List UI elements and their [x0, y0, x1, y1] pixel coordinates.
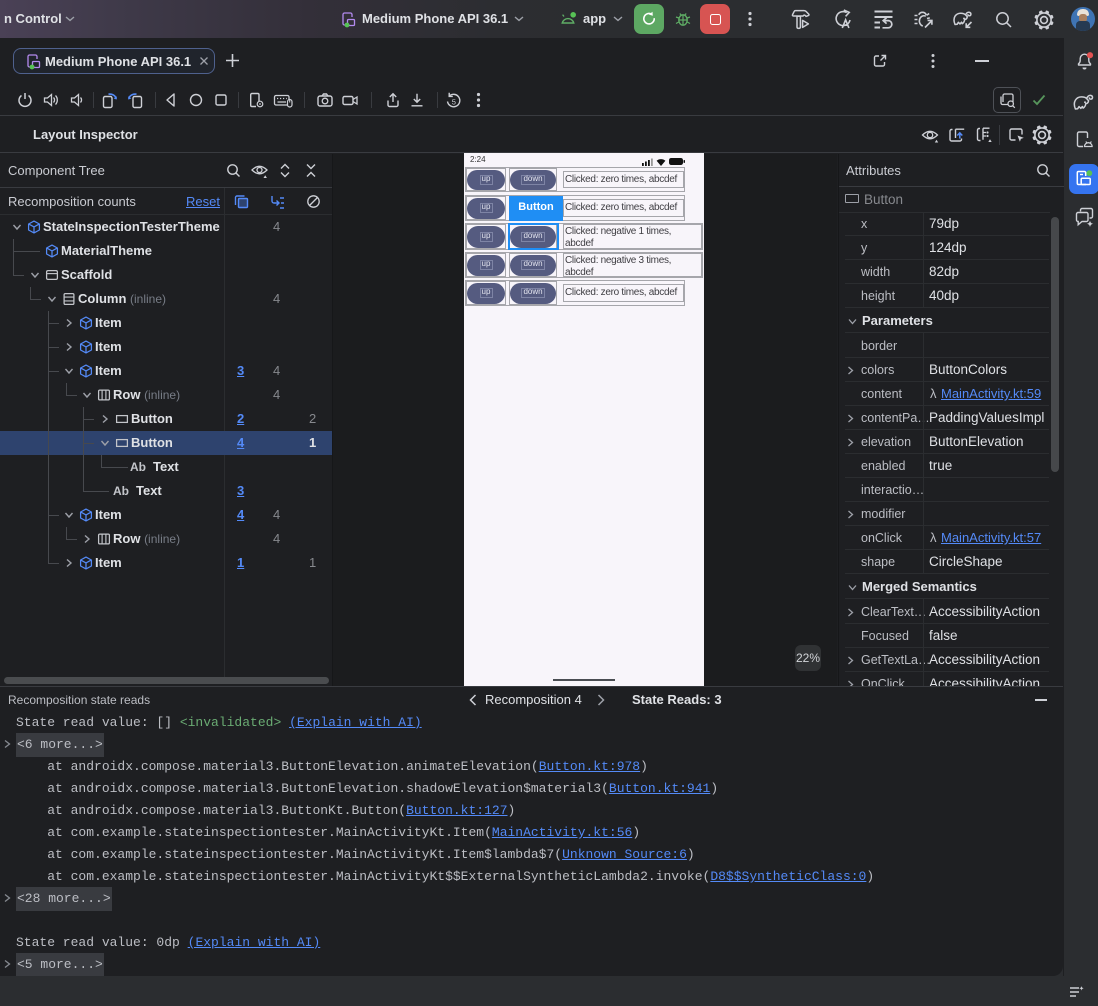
- svg-text:5: 5: [452, 98, 456, 107]
